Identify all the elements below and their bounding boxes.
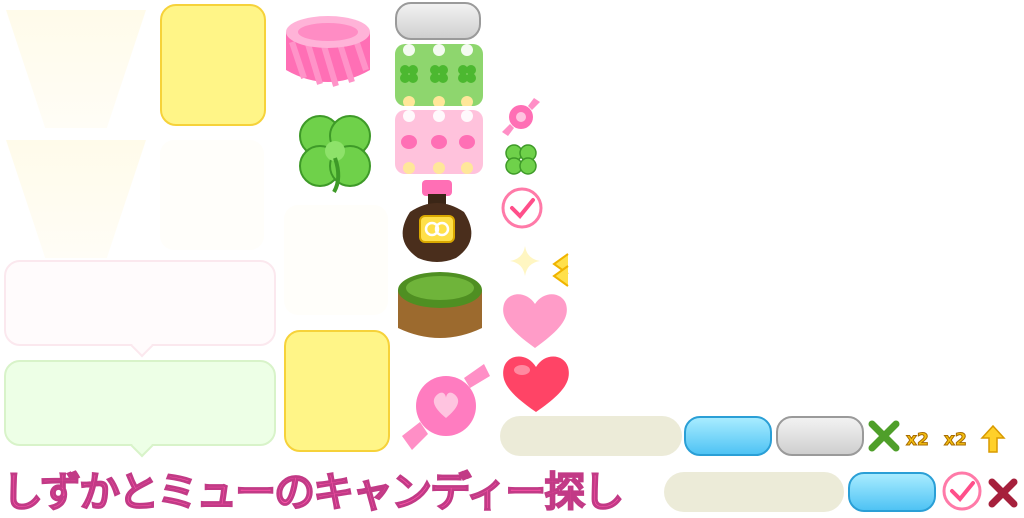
gray-button-1[interactable]: [776, 416, 864, 456]
faint-panel-2: [284, 205, 388, 315]
check-mark-icon-2[interactable]: [940, 470, 984, 512]
beige-bar-1: [500, 416, 682, 456]
heart-pink-icon: [503, 294, 567, 348]
heart-red-icon: [503, 356, 569, 412]
perfume-bottle-icon: [402, 180, 472, 262]
multiplier-label-1: x2: [906, 430, 930, 451]
yellow-panel-top: [160, 4, 266, 126]
red-cross-icon[interactable]: [986, 476, 1020, 510]
board-tile-green: [395, 44, 483, 106]
small-clover-icon: [505, 144, 537, 175]
game-title: しずかとミューのキャンディー探し: [1, 467, 625, 517]
sparkle-icon: [510, 246, 540, 276]
beige-bar-2: [664, 472, 844, 512]
board-tile-pink: [395, 110, 483, 174]
grass-cake-icon: [398, 272, 482, 338]
check-mark-icon[interactable]: [500, 186, 544, 230]
four-leaf-clover-icon: [299, 115, 371, 193]
blue-button-1[interactable]: [684, 416, 772, 456]
speech-bubble-pink: [4, 260, 276, 346]
green-cross-icon[interactable]: [866, 418, 902, 454]
faint-panel-1: [160, 140, 264, 250]
yellow-panel-bottom: [284, 330, 390, 452]
multiplier-label-2: x2: [944, 430, 968, 451]
speech-bubble-green: [4, 360, 276, 446]
wrapped-candy-icon: [402, 364, 490, 450]
blue-button-2[interactable]: [848, 472, 936, 512]
light-beam-top: [6, 10, 146, 128]
gray-button-top[interactable]: [395, 2, 481, 40]
candy-icon: [502, 98, 540, 136]
light-beam-bottom: [6, 140, 146, 258]
pink-gift-box-icon: [286, 16, 370, 87]
arrow-icon: [552, 253, 569, 287]
up-arrow-icon: [980, 424, 1006, 453]
